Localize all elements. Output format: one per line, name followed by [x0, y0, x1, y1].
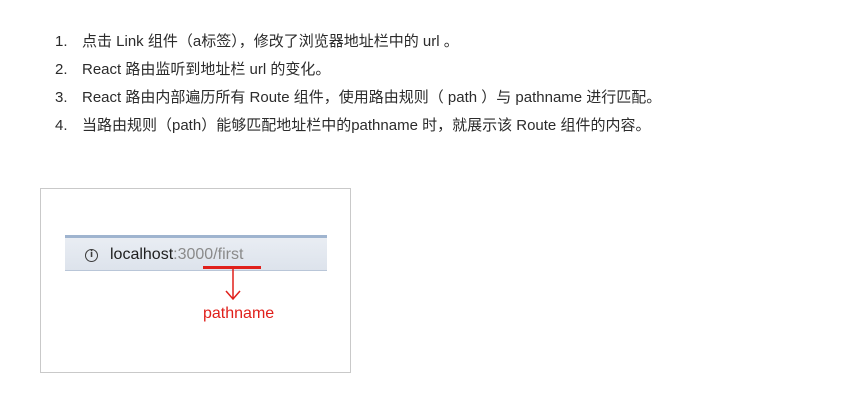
- url-port: :3000: [173, 246, 214, 263]
- pathname-label: pathname: [203, 305, 275, 322]
- step-item-2: 2. React 路由监听到地址栏 url 的变化。: [55, 59, 661, 87]
- step-number: 1.: [55, 33, 68, 50]
- url-text: localhost:3000/first: [110, 245, 243, 265]
- url-host: localhost: [110, 246, 174, 263]
- step-number: 2.: [55, 61, 68, 78]
- steps-list: 1. 点击 Link 组件（a标签），修改了浏览器地址栏中的 url 。 2. …: [55, 31, 661, 143]
- info-icon: i: [85, 249, 98, 262]
- step-number: 3.: [55, 89, 68, 106]
- step-item-1: 1. 点击 Link 组件（a标签），修改了浏览器地址栏中的 url 。: [55, 31, 661, 59]
- step-number: 4.: [55, 117, 68, 134]
- address-bar-screenshot: i localhost:3000/first: [65, 235, 327, 271]
- url-path: /first: [213, 246, 244, 263]
- step-text: 当路由规则（path）能够匹配地址栏中的pathname 时，就展示该 Rout…: [82, 117, 651, 134]
- step-text: React 路由监听到地址栏 url 的变化。: [82, 61, 331, 78]
- illustration-figure: i localhost:3000/first pathname: [40, 188, 351, 373]
- step-item-4: 4. 当路由规则（path）能够匹配地址栏中的pathname 时，就展示该 R…: [55, 115, 661, 143]
- step-text: 点击 Link 组件（a标签），修改了浏览器地址栏中的 url 。: [82, 33, 459, 50]
- step-text: React 路由内部遍历所有 Route 组件，使用路由规则（ path ）与 …: [82, 89, 662, 106]
- step-item-3: 3. React 路由内部遍历所有 Route 组件，使用路由规则（ path …: [55, 87, 661, 115]
- down-arrow-icon: [225, 269, 241, 301]
